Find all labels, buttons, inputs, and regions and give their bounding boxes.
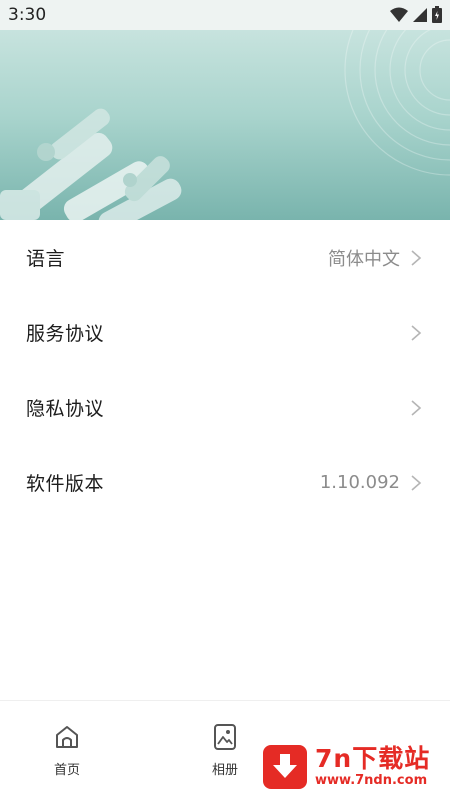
software-version-value: 1.10.092 <box>319 472 400 493</box>
language-row[interactable]: 语言 简体中文 <box>0 220 450 295</box>
tab-home[interactable]: 首页 <box>32 723 102 778</box>
privacy-agreement-label: 隐私协议 <box>26 398 105 420</box>
settings-list: 语言 简体中文 服务协议 隐私协议 软件版本 1.10.092 <box>0 220 450 520</box>
chevron-right-icon <box>411 324 422 341</box>
wifi-icon <box>390 7 408 22</box>
tab-album-label: 相册 <box>211 763 238 778</box>
status-icons <box>390 6 442 23</box>
tab-album[interactable]: 相册 <box>190 723 260 778</box>
language-value: 简体中文 <box>328 248 400 270</box>
privacy-agreement-row[interactable]: 隐私协议 <box>0 370 450 445</box>
chevron-right-icon <box>411 399 422 416</box>
language-label: 语言 <box>26 248 66 270</box>
software-version-row[interactable]: 软件版本 1.10.092 <box>0 445 450 520</box>
chevron-right-icon <box>411 249 422 266</box>
download-arrow-icon <box>263 745 307 789</box>
status-bar: 3:30 <box>0 0 450 30</box>
tab-home-label: 首页 <box>53 763 80 778</box>
chevron-right-icon <box>411 474 422 491</box>
status-time: 3:30 <box>8 5 47 25</box>
battery-icon <box>432 6 442 23</box>
watermark-url: www.7ndn.com <box>315 773 428 788</box>
service-agreement-row[interactable]: 服务协议 <box>0 295 450 370</box>
signal-icon <box>413 7 427 22</box>
banner-illustration <box>0 30 450 220</box>
hero-banner <box>0 30 450 220</box>
service-agreement-label: 服务协议 <box>26 323 105 345</box>
software-version-label: 软件版本 <box>26 473 105 495</box>
watermark-title: 7n下载站 <box>315 744 431 773</box>
album-icon <box>214 724 236 750</box>
home-icon <box>56 726 78 748</box>
watermark: 7n下载站 www.7ndn.com <box>263 738 441 796</box>
